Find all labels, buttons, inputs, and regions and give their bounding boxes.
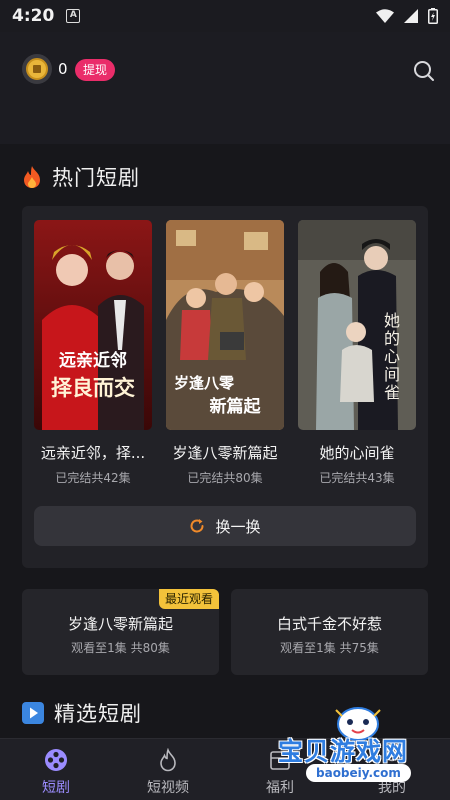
drama-name: 远亲近邻，择...: [40, 444, 146, 462]
recent-progress: 观看至1集 共80集: [71, 641, 170, 655]
drama-poster[interactable]: 远亲近邻 择良而交: [34, 220, 152, 430]
cellular-icon: [404, 9, 418, 23]
nav-label: 短视频: [147, 780, 189, 796]
coin-icon[interactable]: [22, 54, 52, 84]
nav-label: 短剧: [42, 780, 70, 796]
withdraw-button[interactable]: 提现: [75, 59, 116, 81]
hot-title-label: 热门短剧: [52, 166, 140, 190]
nav-tab-short-video[interactable]: 短视频: [128, 747, 208, 797]
featured-section-title: 精选短剧: [22, 698, 142, 728]
poster-title-1: 她的心间雀: [384, 311, 401, 402]
hot-section-title: 热门短剧: [22, 162, 140, 192]
drama-poster[interactable]: 岁逢八零 新篇起: [166, 220, 284, 430]
top-bar: 0 提现: [0, 32, 450, 110]
watermark-text: 宝贝游戏网: [278, 737, 409, 766]
recent-watch-card[interactable]: 白式千金不好惹 观看至1集 共75集: [231, 589, 428, 675]
poster-title-2: 新篇起: [209, 397, 261, 417]
shuffle-label: 换一换: [215, 517, 261, 536]
recent-watch-card[interactable]: 最近观看 岁逢八零新篇起 观看至1集 共80集: [22, 589, 219, 675]
nav-tab-drama[interactable]: 短剧: [16, 747, 96, 797]
drama-icon: [45, 749, 67, 771]
recent-title: 白式千金不好惹: [276, 615, 382, 633]
poster-title-1: 远亲近邻: [59, 351, 127, 371]
notification-a-icon: A: [66, 9, 81, 23]
wifi-icon: [376, 9, 394, 23]
poster-title-2: 择良而交: [51, 376, 135, 400]
drama-name: 她的心间雀: [319, 444, 395, 462]
drama-card[interactable]: 远亲近邻 择良而交 远亲近邻，择... 已完结共42集: [34, 220, 152, 486]
search-icon[interactable]: [412, 59, 436, 83]
drama-meta: 已完结共42集: [55, 471, 131, 485]
drama-meta: 已完结共43集: [319, 471, 395, 485]
drama-name: 岁逢八零新篇起: [172, 444, 278, 462]
recent-title: 岁逢八零新篇起: [67, 615, 173, 633]
drama-card[interactable]: 岁逢八零 新篇起 岁逢八零新篇起 已完结共80集: [166, 220, 284, 486]
coin-count: 0: [58, 60, 68, 78]
recent-progress: 观看至1集 共75集: [280, 641, 379, 655]
drama-poster[interactable]: 她的心间雀: [298, 220, 416, 430]
flame-icon: [160, 748, 176, 772]
fire-icon: [24, 166, 40, 188]
hot-drama-panel: 远亲近邻 择良而交 远亲近邻，择... 已完结共42集 岁逢八零 新篇起 岁逢八…: [22, 206, 428, 568]
drama-card[interactable]: 她的心间雀 她的心间雀 已完结共43集: [298, 220, 416, 486]
battery-icon: [428, 8, 438, 24]
play-square-icon: [22, 702, 44, 724]
shuffle-button[interactable]: 换一换: [34, 506, 416, 546]
recent-badge: 最近观看: [158, 589, 219, 609]
drama-meta: 已完结共80集: [187, 471, 263, 485]
featured-title-label: 精选短剧: [54, 702, 142, 726]
status-bar: 4:20 A: [0, 0, 450, 32]
poster-title-1: 岁逢八零: [174, 374, 235, 392]
status-icons: [376, 8, 438, 24]
watermark-url: baobeiy.com: [306, 764, 411, 782]
refresh-icon: [190, 519, 204, 533]
header-spacer: [0, 110, 450, 144]
status-time: 4:20: [12, 6, 55, 26]
watermark-logo: 宝贝游戏网 baobeiy.com: [272, 700, 448, 796]
